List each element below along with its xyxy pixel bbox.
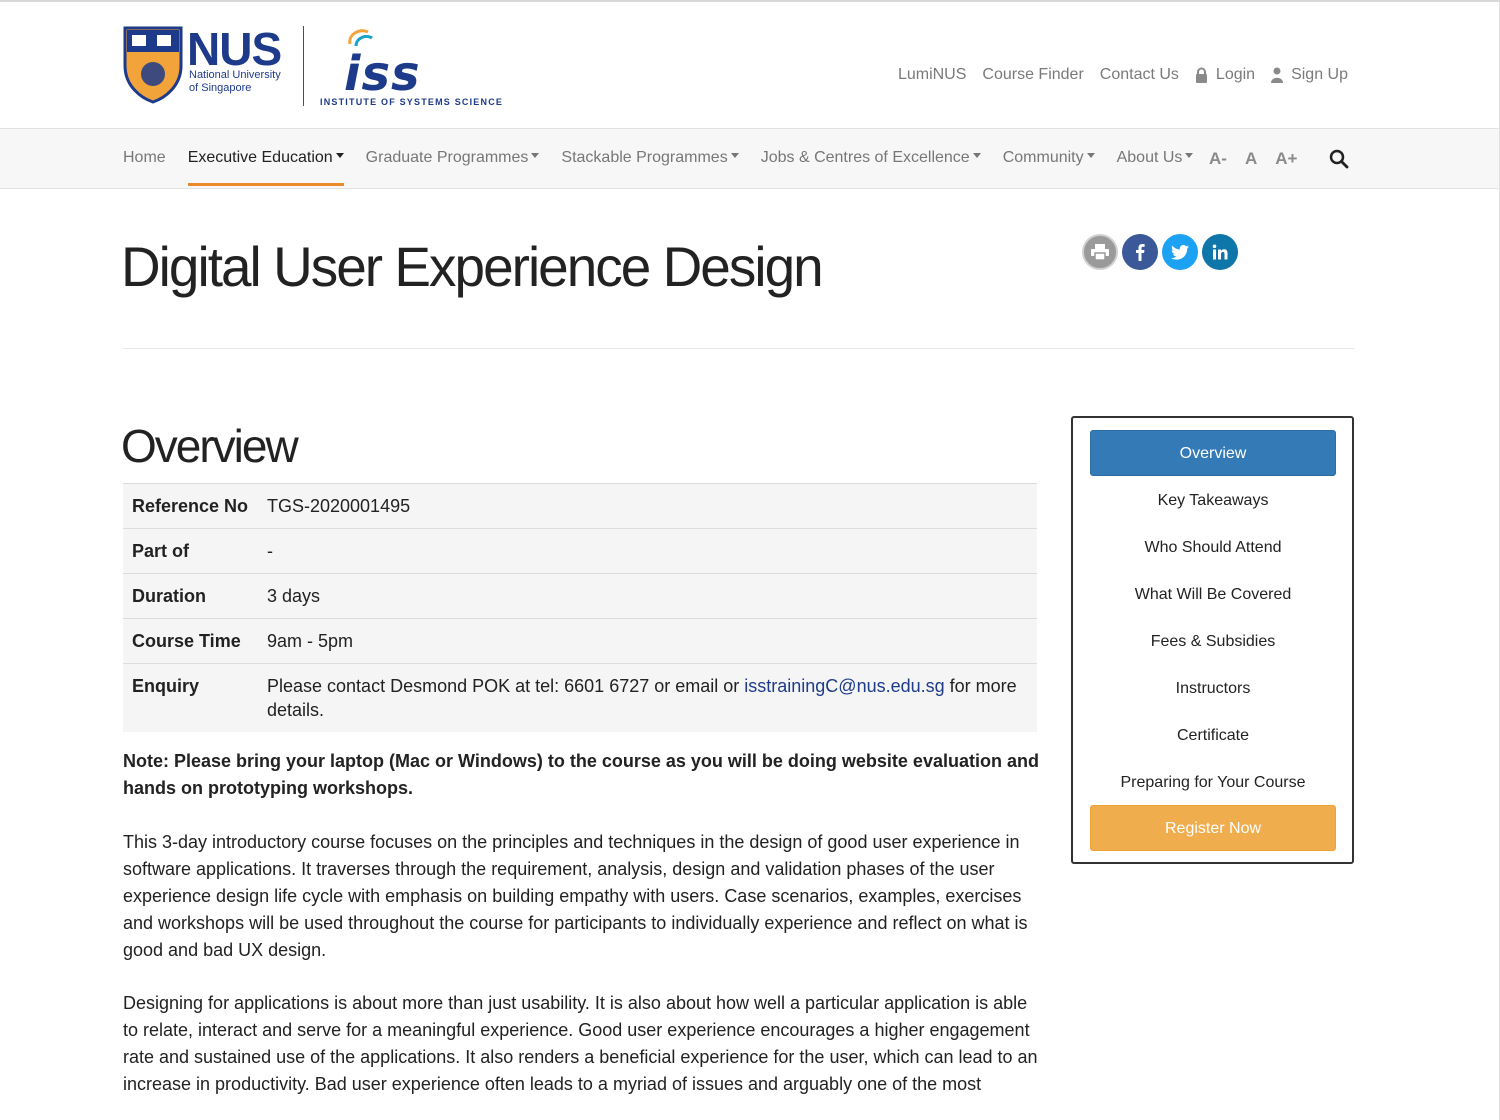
- table-row: Duration 3 days: [123, 573, 1037, 619]
- utility-nav: LumiNUS Course Finder Contact Us Login S…: [898, 66, 1348, 84]
- linkedin-glyph: [1212, 244, 1228, 260]
- twitter-icon[interactable]: [1162, 234, 1198, 270]
- register-now-button[interactable]: Register Now: [1090, 805, 1336, 851]
- caret-down-icon: [335, 153, 344, 159]
- table-row: Course Time 9am - 5pm: [123, 618, 1037, 664]
- duration-label: Duration: [123, 573, 258, 619]
- nus-crest-icon: [123, 26, 183, 104]
- side-overview-button[interactable]: Overview: [1090, 430, 1336, 476]
- intro-paragraph: This 3-day introductory course focuses o…: [123, 832, 1028, 960]
- caret-down-icon: [730, 153, 739, 159]
- user-icon: [1271, 67, 1284, 83]
- iss-wordmark: iss: [344, 46, 421, 102]
- table-row: Enquiry Please contact Desmond POK at te…: [123, 663, 1037, 732]
- nus-wordmark: NUS: [187, 23, 282, 75]
- page: NUS National University of Singapore iss…: [0, 0, 1500, 1120]
- search-icon[interactable]: [1329, 149, 1349, 169]
- facebook-glyph: [1136, 244, 1145, 261]
- site-header: NUS National University of Singapore iss…: [0, 2, 1499, 128]
- laptop-note: Note: Please bring your laptop (Mac or W…: [123, 751, 1039, 798]
- nav-graduate-programmes[interactable]: Graduate Programmes: [366, 129, 540, 188]
- font-increase-button[interactable]: A+: [1275, 149, 1297, 169]
- course-side-nav: Overview Key Takeaways Who Should Attend…: [1071, 416, 1354, 864]
- enquiry-prefix: Please contact Desmond POK at tel: 6601 …: [267, 676, 745, 696]
- nav-executive-education[interactable]: Executive Education: [187, 129, 344, 188]
- overview-heading: Overview: [121, 420, 299, 472]
- side-what-will-be-covered-link[interactable]: What Will Be Covered: [1090, 585, 1336, 605]
- caret-down-icon: [531, 153, 540, 159]
- side-fees-subsidies-link[interactable]: Fees & Subsidies: [1090, 632, 1336, 652]
- part-of-value: -: [258, 528, 1037, 574]
- nav-graduate-programmes-label: Graduate Programmes: [365, 149, 529, 166]
- logo-divider: [303, 26, 304, 106]
- nav-executive-education-label: Executive Education: [187, 149, 333, 166]
- title-divider: [123, 348, 1354, 349]
- facebook-icon[interactable]: [1122, 234, 1158, 270]
- enquiry-email-link[interactable]: isstrainingC@nus.edu.sg: [744, 676, 944, 696]
- table-row: Reference No TGS-2020001495: [123, 483, 1037, 529]
- nav-stackable-programmes-label: Stackable Programmes: [561, 149, 728, 166]
- side-key-takeaways-link[interactable]: Key Takeaways: [1090, 491, 1336, 511]
- twitter-glyph: [1171, 244, 1189, 260]
- duration-value: 3 days: [258, 573, 1037, 619]
- enquiry-label: Enquiry: [123, 663, 258, 732]
- signup-label: Sign Up: [1291, 66, 1348, 83]
- printer-glyph: [1091, 244, 1109, 260]
- contact-us-link[interactable]: Contact Us: [1100, 66, 1179, 84]
- course-finder-link[interactable]: Course Finder: [982, 66, 1083, 84]
- side-certificate-link[interactable]: Certificate: [1090, 726, 1336, 746]
- linkedin-icon[interactable]: [1202, 234, 1238, 270]
- lock-icon: [1195, 67, 1207, 83]
- iss-subtitle: INSTITUTE OF SYSTEMS SCIENCE: [320, 97, 504, 107]
- caret-down-icon: [1185, 153, 1194, 159]
- side-who-should-attend-link[interactable]: Who Should Attend: [1090, 538, 1336, 558]
- nav-home-label: Home: [123, 149, 166, 166]
- course-time-label: Course Time: [123, 618, 258, 664]
- font-size-controls: A- A A+: [1209, 129, 1297, 188]
- nav-about-us[interactable]: About Us: [1117, 129, 1194, 188]
- nav-jobs-centres[interactable]: Jobs & Centres of Excellence: [761, 129, 981, 188]
- enquiry-value: Please contact Desmond POK at tel: 6601 …: [258, 663, 1037, 732]
- page-title: Digital User Experience Design: [121, 235, 824, 298]
- luminus-link[interactable]: LumiNUS: [898, 66, 966, 84]
- course-time-value: 9am - 5pm: [258, 618, 1037, 664]
- part-of-label: Part of: [123, 528, 258, 574]
- table-row: Part of -: [123, 528, 1037, 574]
- nav-home[interactable]: Home: [123, 129, 166, 188]
- nav-stackable-programmes[interactable]: Stackable Programmes: [561, 129, 739, 188]
- caret-down-icon: [1086, 153, 1095, 159]
- iss-logo[interactable]: iss INSTITUTE OF SYSTEMS SCIENCE: [318, 24, 502, 110]
- nus-sub-2: of Singapore: [189, 82, 252, 94]
- nav-community-label: Community: [1002, 149, 1084, 166]
- main-navbar: Home Executive Education Graduate Progra…: [0, 128, 1499, 189]
- reference-label: Reference No: [123, 483, 258, 529]
- caret-down-icon: [972, 153, 981, 159]
- font-decrease-button[interactable]: A-: [1209, 149, 1227, 169]
- nav-jobs-centres-label: Jobs & Centres of Excellence: [760, 149, 970, 166]
- share-buttons: [1082, 234, 1238, 270]
- login-label: Login: [1215, 66, 1256, 83]
- nav-about-us-label: About Us: [1116, 149, 1183, 166]
- reference-value: TGS-2020001495: [258, 483, 1037, 529]
- side-instructors-link[interactable]: Instructors: [1090, 679, 1336, 699]
- course-info-table: Reference No TGS-2020001495 Part of - Du…: [123, 483, 1037, 732]
- side-preparing-link[interactable]: Preparing for Your Course: [1090, 773, 1336, 793]
- nus-sub-1: National University: [189, 69, 281, 81]
- signup-link[interactable]: Sign Up: [1271, 66, 1348, 84]
- print-icon[interactable]: [1082, 234, 1118, 270]
- font-reset-button[interactable]: A: [1245, 149, 1257, 169]
- design-paragraph: Designing for applications is about more…: [123, 993, 1038, 1094]
- login-link[interactable]: Login: [1195, 66, 1255, 84]
- nus-logo[interactable]: NUS National University of Singapore: [123, 23, 293, 104]
- nav-community[interactable]: Community: [1003, 129, 1095, 188]
